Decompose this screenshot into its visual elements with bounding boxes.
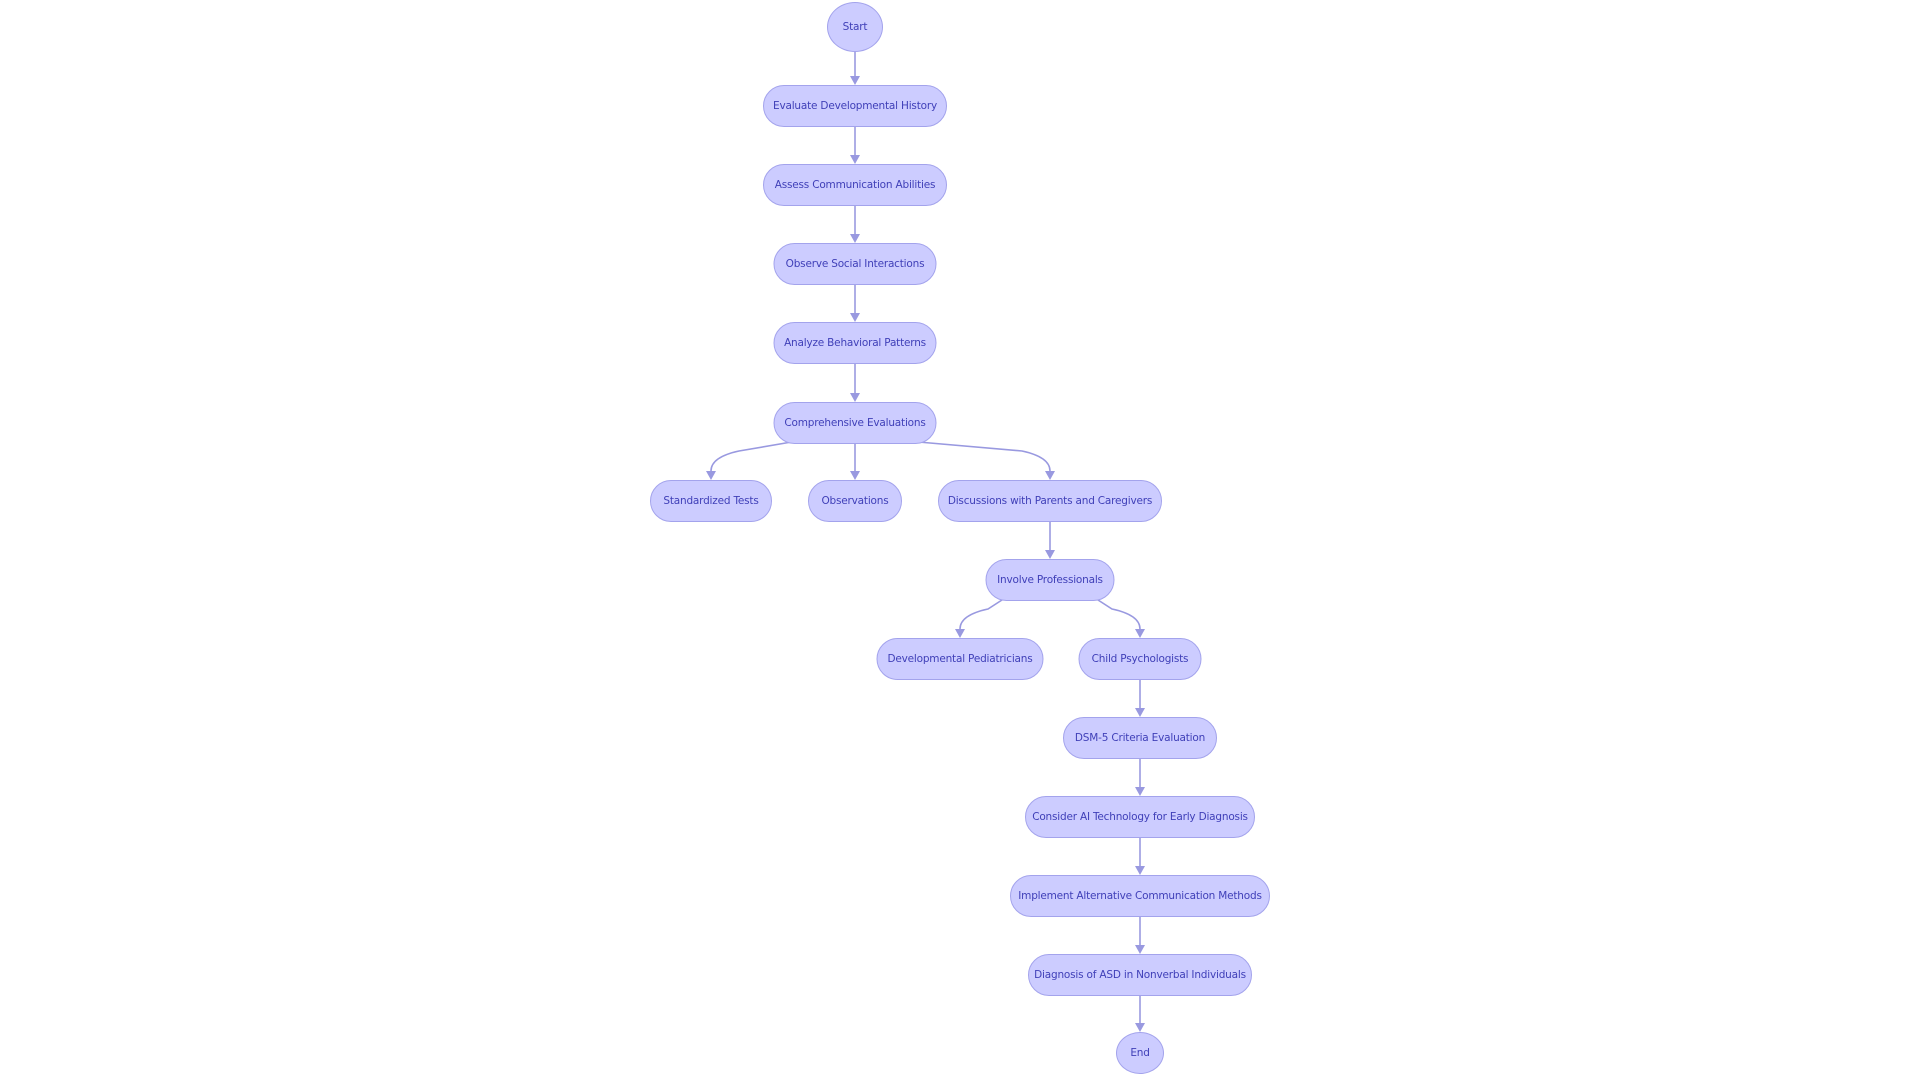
node-end[interactable]: End xyxy=(1116,1032,1164,1074)
node-discussions[interactable]: Discussions with Parents and Caregivers xyxy=(938,480,1162,522)
node-diagnosis[interactable]: Diagnosis of ASD in Nonverbal Individual… xyxy=(1028,954,1252,996)
node-assess-comm[interactable]: Assess Communication Abilities xyxy=(763,164,947,206)
node-child-psych[interactable]: Child Psychologists xyxy=(1078,638,1202,680)
node-eval-history[interactable]: Evaluate Developmental History xyxy=(763,85,947,127)
arrowhead-icon xyxy=(1135,708,1145,717)
node-alt-comm[interactable]: Implement Alternative Communication Meth… xyxy=(1010,875,1270,917)
node-label: Observe Social Interactions xyxy=(785,258,925,270)
arrowhead-icon xyxy=(1045,550,1055,559)
arrowhead-icon xyxy=(850,234,860,243)
node-observations[interactable]: Observations xyxy=(808,480,902,522)
arrowhead-icon xyxy=(850,471,860,480)
edge-layer xyxy=(706,52,1145,1032)
arrowhead-icon xyxy=(850,313,860,322)
edge-comprehensive-to-discussions xyxy=(918,441,1051,472)
arrowhead-icon xyxy=(1135,945,1145,954)
edge-comprehensive-to-standardized xyxy=(710,441,792,472)
arrowhead-icon xyxy=(1135,629,1145,638)
edge-involve-to-child-psych xyxy=(1096,598,1141,630)
node-label: Comprehensive Evaluations xyxy=(784,417,926,429)
arrowhead-icon xyxy=(1135,1023,1145,1032)
node-label: Implement Alternative Communication Meth… xyxy=(1018,890,1262,902)
node-observe-social[interactable]: Observe Social Interactions xyxy=(773,243,937,285)
flowchart-canvas: Start Evaluate Developmental History Asses… xyxy=(0,0,1920,1080)
node-label: Assess Communication Abilities xyxy=(774,179,936,191)
node-label: Child Psychologists xyxy=(1091,653,1189,665)
node-label: Discussions with Parents and Caregivers xyxy=(947,495,1153,507)
node-comprehensive[interactable]: Comprehensive Evaluations xyxy=(773,402,937,444)
arrowhead-icon xyxy=(850,155,860,164)
arrowhead-icon xyxy=(1045,471,1055,480)
node-label: End xyxy=(1130,1047,1150,1059)
node-label: Start xyxy=(842,21,868,33)
node-label: DSM-5 Criteria Evaluation xyxy=(1074,732,1206,744)
arrowhead-icon xyxy=(955,629,965,638)
node-label: Evaluate Developmental History xyxy=(773,100,937,112)
node-start[interactable]: Start xyxy=(827,2,883,52)
node-dev-pediatricians[interactable]: Developmental Pediatricians xyxy=(876,638,1044,680)
arrowhead-icon xyxy=(850,393,860,402)
edge-involve-to-dev-pediatricians xyxy=(959,598,1004,630)
node-label: Involve Professionals xyxy=(997,574,1103,586)
node-dsm5[interactable]: DSM-5 Criteria Evaluation xyxy=(1063,717,1217,759)
node-label: Observations xyxy=(821,495,889,507)
arrowhead-icon xyxy=(706,471,716,480)
arrowhead-icon xyxy=(1135,866,1145,875)
node-ai-tech[interactable]: Consider AI Technology for Early Diagnos… xyxy=(1025,796,1255,838)
node-analyze-behavior[interactable]: Analyze Behavioral Patterns xyxy=(773,322,937,364)
node-label: Consider AI Technology for Early Diagnos… xyxy=(1032,811,1248,823)
node-label: Diagnosis of ASD in Nonverbal Individual… xyxy=(1034,969,1246,981)
arrowhead-icon xyxy=(1135,787,1145,796)
arrowhead-icon xyxy=(850,76,860,85)
node-involve[interactable]: Involve Professionals xyxy=(985,559,1115,601)
node-label: Analyze Behavioral Patterns xyxy=(784,337,926,349)
node-label: Developmental Pediatricians xyxy=(887,653,1033,665)
node-label: Standardized Tests xyxy=(663,495,759,507)
node-standardized[interactable]: Standardized Tests xyxy=(650,480,772,522)
